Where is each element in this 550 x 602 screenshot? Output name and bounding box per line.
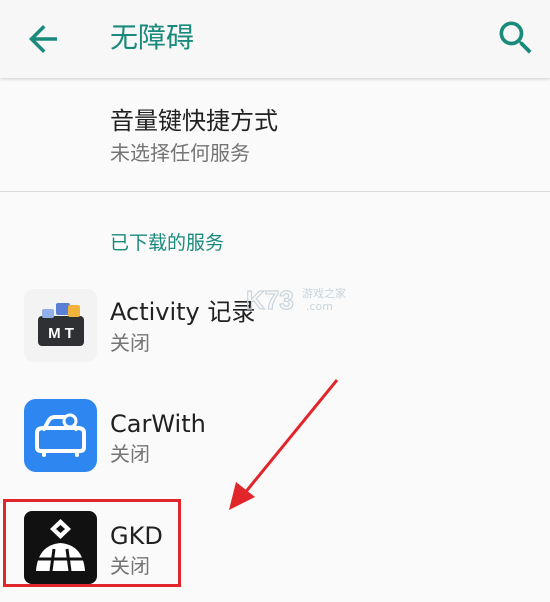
svg-text:K73: K73 (246, 285, 294, 315)
section-header-downloaded-services: 已下载的服务 (110, 232, 225, 254)
shortcut-title: 音量键快捷方式 (110, 107, 278, 135)
annotation-highlight-box (3, 499, 181, 587)
carwith-icon (24, 399, 97, 472)
watermark: K73 游戏之家 .com (245, 283, 346, 317)
search-button[interactable] (494, 16, 538, 60)
service-status: 关闭 (110, 442, 150, 466)
svg-text:M T: M T (48, 325, 74, 342)
service-status: 关闭 (110, 331, 150, 355)
service-name: CarWith (110, 410, 206, 438)
page-title: 无障碍 (110, 21, 195, 54)
shortcut-subtitle: 未选择任何服务 (110, 141, 250, 165)
app-bar: 无障碍 (0, 0, 550, 78)
watermark-domain: .com (306, 300, 333, 313)
watermark-text: 游戏之家 (302, 287, 346, 300)
divider (0, 191, 550, 192)
arrow-back-icon (29, 25, 57, 53)
search-icon (499, 21, 532, 54)
back-button[interactable] (22, 18, 64, 60)
mt-manager-icon: M T (24, 289, 97, 362)
service-name: Activity 记录 (110, 298, 256, 326)
